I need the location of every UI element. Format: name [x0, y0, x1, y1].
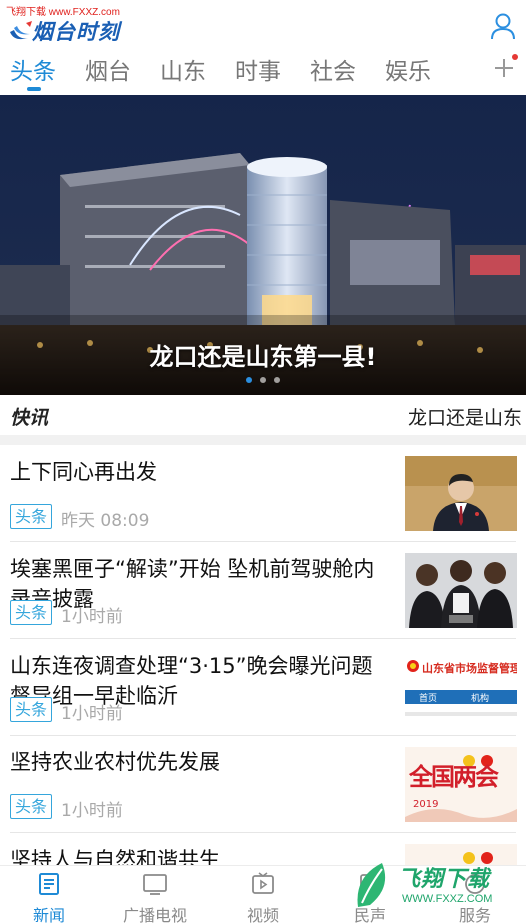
add-channel-button[interactable]	[490, 54, 518, 82]
video-icon	[252, 872, 274, 894]
tab-shishi[interactable]: 时事	[235, 52, 281, 86]
flash-news-label: 快讯	[10, 407, 49, 429]
tab-yule[interactable]: 娱乐	[385, 52, 431, 86]
news-title[interactable]: 坚持人与自然和谐共生	[10, 845, 386, 865]
news-item[interactable]: 坚持农业农村优先发展 头条 1小时前 全国两会 2019	[0, 736, 526, 833]
tv-icon	[143, 874, 167, 895]
news-item[interactable]: 埃塞黑匣子“解读”开始 坠机前驾驶舱内录音披露 头条 1小时前	[0, 542, 526, 639]
flash-news-bar[interactable]: 快讯 龙口还是山东	[0, 395, 526, 435]
tab-toutiao[interactable]: 头条	[10, 52, 56, 86]
thumbnail-lianghui-title: 全国两会	[409, 762, 499, 791]
nav-video[interactable]: 视频	[218, 866, 308, 923]
news-time: 1小时前	[61, 704, 123, 724]
nav-broadcast-tv[interactable]: 广播电视	[110, 866, 200, 923]
news-thumbnail[interactable]	[405, 553, 517, 628]
news-title[interactable]: 上下同心再出发	[10, 457, 386, 487]
news-title[interactable]: 坚持农业农村优先发展	[10, 747, 386, 777]
app-header: 飞翔下载 www.FXXZ.com 烟台时刻	[0, 0, 526, 48]
banner-carousel[interactable]: 龙口还是山东第一县!	[0, 95, 526, 395]
news-thumbnail[interactable]	[405, 456, 517, 531]
logo-swoosh-icon	[10, 21, 32, 40]
category-tabs: 头条 烟台 山东 时事 社会 娱乐	[0, 48, 526, 94]
watermark-logo: 飞翔下载 WWW.FXXZ.COM	[352, 855, 522, 917]
news-item[interactable]: 上下同心再出发 头条 昨天 08:09	[0, 445, 526, 542]
banner-caption: 龙口还是山东第一县!	[149, 343, 377, 371]
tab-shandong[interactable]: 山东	[160, 52, 206, 86]
notification-dot	[512, 54, 518, 60]
thumbnail-nav-org: 机构	[471, 694, 490, 704]
news-thumbnail[interactable]: 山东省市场监督管理 首页 机构	[405, 650, 517, 725]
thumbnail-nav-home: 首页	[419, 694, 438, 704]
logo-text: 烟台时刻	[32, 19, 120, 44]
news-tag: 头条	[10, 504, 53, 529]
nav-label: 广播电视	[122, 906, 187, 923]
thumbnail-site-header: 山东省市场监督管理	[422, 662, 517, 675]
watermark-leaf-icon	[357, 863, 386, 907]
news-thumbnail[interactable]: 全国两会 2019	[405, 747, 517, 822]
nav-label: 视频	[246, 906, 279, 923]
carousel-dot[interactable]	[274, 377, 280, 383]
nav-label: 新闻	[32, 906, 65, 923]
tab-yantai[interactable]: 烟台	[85, 52, 131, 86]
carousel-dots	[0, 377, 526, 383]
news-tag: 头条	[10, 697, 53, 722]
news-time: 1小时前	[61, 801, 123, 821]
flash-news-text[interactable]: 龙口还是山东	[408, 403, 522, 430]
news-tag: 头条	[10, 600, 53, 625]
tab-shehui[interactable]: 社会	[310, 52, 356, 86]
news-item[interactable]: 山东连夜调查处理“3·15”晚会曝光问题 督导组一早赴临沂 头条 1小时前 山东…	[0, 639, 526, 736]
section-gap	[0, 435, 526, 445]
watermark-url: WWW.FXXZ.COM	[402, 893, 493, 905]
news-time: 昨天 08:09	[61, 511, 150, 531]
active-tab-indicator	[27, 87, 41, 91]
app-logo: 烟台时刻	[8, 16, 120, 46]
nav-news[interactable]: 新闻	[4, 866, 94, 923]
news-icon	[39, 873, 59, 895]
news-time: 1小时前	[61, 607, 123, 627]
carousel-dot[interactable]	[260, 377, 266, 383]
thumbnail-year: 2019	[413, 799, 439, 810]
user-profile-icon[interactable]	[490, 12, 516, 40]
carousel-dot[interactable]	[246, 377, 252, 383]
watermark-brand: 飞翔下载	[398, 867, 491, 892]
news-tag: 头条	[10, 794, 53, 819]
